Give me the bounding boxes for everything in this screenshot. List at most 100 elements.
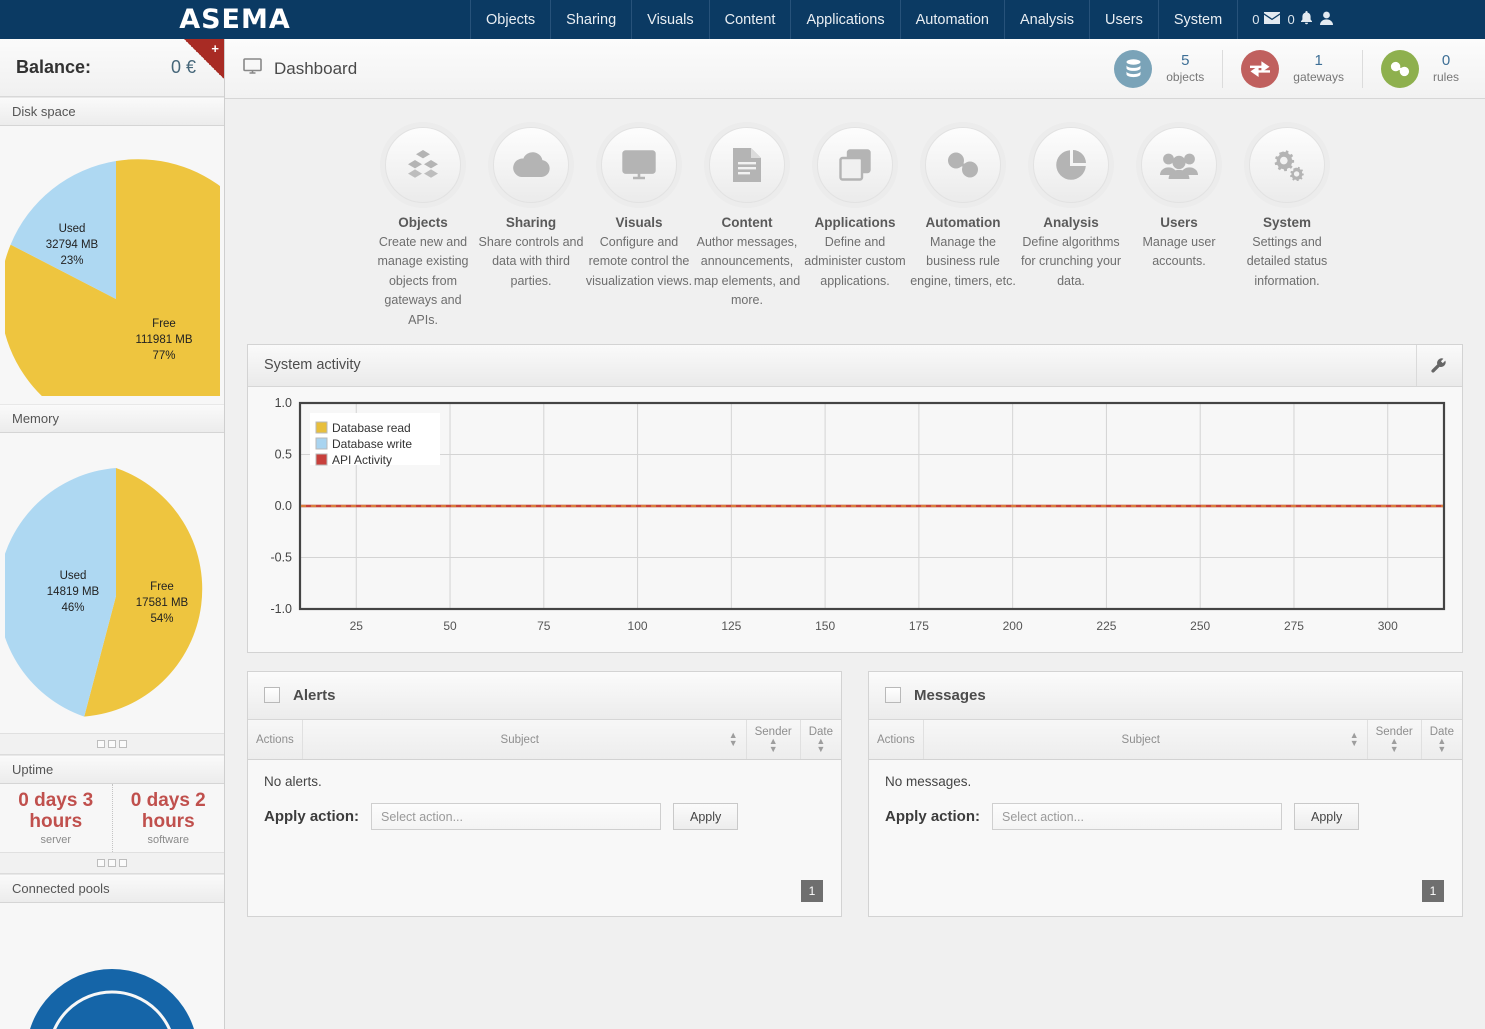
messages-action-select[interactable]: Select action... — [992, 803, 1283, 831]
alerts-apply-button[interactable]: Apply — [673, 803, 739, 831]
gears-icon — [1249, 127, 1325, 203]
handle-square — [97, 740, 105, 748]
windows-icon — [817, 127, 893, 203]
alerts-col-subject[interactable]: Subject ▲ ▼ — [302, 719, 747, 761]
database-icon — [1114, 49, 1153, 88]
sort-icon[interactable]: ▲ ▼ — [769, 736, 778, 753]
memory-used-pct: 46% — [61, 602, 84, 614]
alerts-action-select[interactable]: Select action... — [371, 803, 662, 831]
disk-free-pct: 77% — [152, 350, 175, 362]
connected-pools-body — [0, 903, 224, 1029]
stat-rules-number: 0 — [1441, 52, 1451, 70]
uptime-software-label: software — [147, 834, 190, 847]
user-menu[interactable] — [1319, 11, 1333, 28]
wrench-icon[interactable] — [1416, 344, 1446, 386]
main-area: Dashboard 5 objects 1 gateways 0 rules O… — [225, 39, 1485, 1029]
svg-text:-0.5: -0.5 — [270, 550, 292, 564]
left-sidebar: Balance: 0 € + Disk space Used 32794 MB … — [0, 39, 225, 1029]
tile-users[interactable]: Users Manage user accounts. — [1125, 127, 1233, 330]
alerts-pagination: 1 — [248, 870, 841, 916]
notification-indicator[interactable]: 0 — [1287, 11, 1312, 28]
messages-col-sender[interactable]: Sender ▲ ▼ — [1367, 719, 1422, 761]
tile-objects-desc: Create new and manage existing objects f… — [377, 235, 469, 327]
disk-space-chart: Used 32794 MB 23% Free 111981 MB 77% — [0, 126, 224, 404]
nav-item-visuals[interactable]: Visuals — [631, 0, 708, 39]
sidebar-resize-handle-bottom[interactable] — [0, 852, 224, 874]
stat-objects-text: 5 objects — [1166, 53, 1204, 84]
tile-analysis[interactable]: Analysis Define algorithms for crunching… — [1017, 127, 1125, 330]
tile-applications-name: Applications — [814, 215, 896, 230]
svg-text:125: 125 — [721, 619, 741, 633]
svg-text:Database read: Database read — [332, 421, 411, 435]
tile-objects[interactable]: Objects Create new and manage existing o… — [369, 127, 477, 330]
nav-item-content[interactable]: Content — [708, 0, 791, 39]
tile-visuals[interactable]: Visuals Configure and remote control the… — [585, 127, 693, 330]
sort-icon[interactable]: ▲ ▼ — [1437, 736, 1446, 753]
disk-free-value: 111981 MB — [135, 334, 192, 346]
sort-icon[interactable]: ▲ ▼ — [1350, 730, 1359, 747]
svg-text:API Activity: API Activity — [332, 453, 392, 467]
stat-gateways[interactable]: 1 gateways — [1223, 49, 1363, 88]
svg-text:Database write: Database write — [332, 437, 412, 451]
stat-objects-number: 5 — [1181, 52, 1190, 70]
stat-objects-unit: objects — [1166, 69, 1205, 84]
stat-rules[interactable]: 0 rules — [1363, 49, 1467, 88]
user-icon — [1319, 11, 1333, 28]
memory-used-label: Used — [59, 570, 86, 582]
svg-text:50: 50 — [443, 619, 457, 633]
sort-icon[interactable]: ▲ ▼ — [816, 736, 825, 753]
activity-chart-svg: 25 50 75 100 125 150 175 200 225 250 275 300 1.0 0.5 0… — [270, 396, 1446, 633]
alerts-col-sender[interactable]: Sender ▲ ▼ — [746, 719, 801, 761]
alerts-col-subject-label: Subject — [500, 733, 539, 746]
svg-text:250: 250 — [1190, 619, 1210, 633]
monitor-icon — [243, 58, 262, 79]
tile-sharing[interactable]: Sharing Share controls and data with thi… — [477, 127, 585, 330]
tile-system[interactable]: System Settings and detailed status info… — [1233, 127, 1341, 330]
mail-indicator[interactable]: 0 — [1252, 12, 1281, 27]
uptime-body: 0 days 3 hours server 0 days 2 hours sof… — [0, 784, 224, 852]
messages-col-date[interactable]: Date ▲ ▼ — [1421, 719, 1462, 761]
memory-chart: Used 14819 MB 46% Free 17581 MB 54% — [0, 433, 224, 733]
cloud-icon — [493, 127, 569, 203]
messages-table: Actions Subject ▲ ▼ Sender ▲ ▼ Date ▲ ▼ — [869, 719, 1462, 761]
page-header: Dashboard 5 objects 1 gateways 0 rules — [225, 39, 1485, 99]
nav-item-applications[interactable]: Applications — [790, 0, 899, 39]
nav-item-users[interactable]: Users — [1088, 0, 1158, 39]
nav-item-objects[interactable]: Objects — [470, 0, 550, 39]
messages-select-all-checkbox[interactable] — [885, 687, 901, 704]
handle-square — [108, 740, 116, 748]
alerts-col-date[interactable]: Date ▲ ▼ — [800, 719, 841, 761]
tile-automation[interactable]: Automation Manage the business rule engi… — [909, 127, 1017, 330]
tile-sharing-name: Sharing — [505, 215, 557, 230]
handle-square — [97, 859, 105, 867]
messages-apply-button[interactable]: Apply — [1294, 803, 1360, 831]
messages-col-subject[interactable]: Subject ▲ ▼ — [923, 719, 1368, 761]
brand-logo[interactable]: ASEMA — [0, 0, 470, 39]
add-balance-ribbon[interactable]: + — [184, 39, 224, 79]
messages-empty-text: No messages. — [885, 774, 972, 790]
nav-item-analysis[interactable]: Analysis — [1003, 0, 1089, 39]
memory-free-pct: 54% — [150, 613, 173, 625]
tile-applications[interactable]: Applications Define and administer custo… — [801, 127, 909, 330]
messages-page-1-button[interactable]: 1 — [1422, 879, 1444, 902]
svg-text:225: 225 — [1096, 619, 1116, 633]
sidebar-resize-handle-top[interactable] — [0, 733, 224, 755]
stat-objects[interactable]: 5 objects — [1096, 49, 1224, 88]
gateways-icon — [1241, 49, 1280, 88]
nav-item-system[interactable]: System — [1157, 0, 1239, 39]
nav-item-sharing[interactable]: Sharing — [550, 0, 631, 39]
alerts-page-1-button[interactable]: 1 — [801, 879, 823, 902]
uptime-server-value: 0 days 3 hours — [18, 789, 94, 832]
tile-content-desc: Author messages, announcements, map elem… — [693, 235, 801, 308]
sort-icon[interactable]: ▲ ▼ — [1390, 736, 1399, 753]
tile-automation-desc: Manage the business rule engine, timers,… — [910, 235, 1016, 288]
handle-square — [119, 859, 127, 867]
alerts-header-row: Actions Subject ▲ ▼ Sender ▲ ▼ Date ▲ ▼ — [248, 719, 841, 761]
svg-text:1.0: 1.0 — [275, 397, 292, 410]
nav-item-automation[interactable]: Automation — [899, 0, 1004, 39]
system-activity-chart: 25 50 75 100 125 150 175 200 225 250 275 300 1.0 0.5 0… — [248, 386, 1462, 652]
alerts-select-all-checkbox[interactable] — [264, 687, 280, 704]
sort-icon[interactable]: ▲ ▼ — [729, 730, 738, 747]
tile-content[interactable]: Content Author messages, announcements, … — [693, 127, 801, 330]
tile-analysis-name: Analysis — [1043, 215, 1099, 230]
